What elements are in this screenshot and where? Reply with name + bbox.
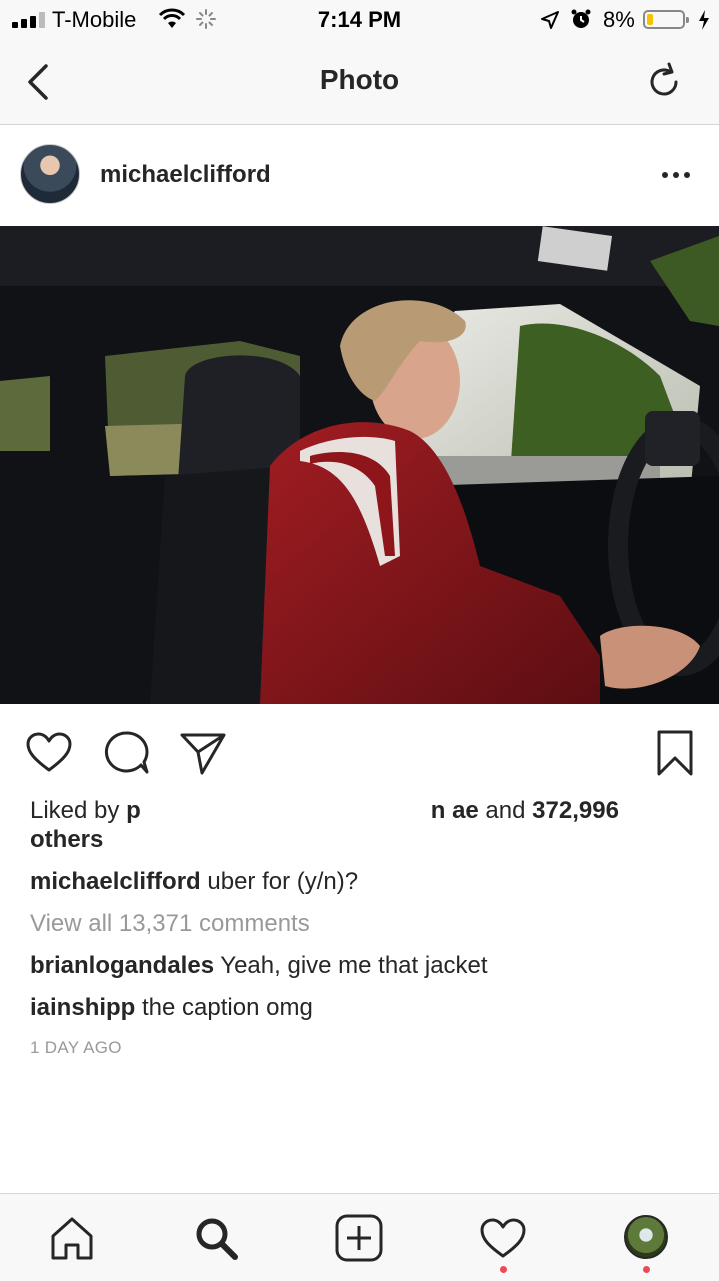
- alarm-icon: [571, 9, 591, 28]
- comment-username[interactable]: iainshipp: [30, 994, 135, 1021]
- likes-count[interactable]: 372,996: [532, 797, 619, 824]
- view-all-comments-link[interactable]: View all 13,371 comments: [30, 910, 310, 938]
- caption-username[interactable]: michaelclifford: [30, 868, 201, 895]
- bookmark-icon[interactable]: [650, 728, 700, 778]
- navigation-bar: Photo: [0, 40, 719, 125]
- activity-notification-dot: [500, 1266, 507, 1273]
- location-arrow-icon: [541, 11, 559, 29]
- likes-and: and: [478, 797, 533, 824]
- comment-icon[interactable]: [101, 728, 151, 778]
- battery-percent: 8%: [603, 7, 635, 32]
- page-title: Photo: [319, 64, 400, 95]
- activity-heart-icon[interactable]: [479, 1214, 527, 1262]
- ellipsis-icon[interactable]: [660, 163, 692, 187]
- liker-username-partial-2[interactable]: n ae: [431, 797, 479, 824]
- likes-others[interactable]: others: [30, 826, 103, 853]
- refresh-icon[interactable]: [642, 60, 686, 104]
- profile-notification-dot: [643, 1266, 650, 1273]
- add-post-icon[interactable]: [335, 1214, 383, 1262]
- home-icon[interactable]: [48, 1214, 96, 1262]
- avatar[interactable]: [20, 144, 80, 204]
- comment-text: Yeah, give me that jacket: [214, 952, 488, 979]
- post-header: michaelclifford: [0, 125, 719, 226]
- charging-bolt-icon: [699, 10, 709, 30]
- comment-item: iainshipp the caption omg: [30, 994, 313, 1022]
- battery-icon: [643, 10, 689, 29]
- search-icon[interactable]: [192, 1214, 240, 1262]
- obscured-text: [141, 800, 431, 818]
- heart-icon[interactable]: [24, 728, 74, 778]
- comment-item: brianlogandales Yeah, give me that jacke…: [30, 952, 488, 980]
- post-actions: [0, 720, 719, 780]
- status-bar: T-Mobile 7:14 PM 8%: [0, 0, 719, 40]
- caption: michaelclifford uber for (y/n)?: [30, 868, 358, 896]
- caption-text: uber for (y/n)?: [200, 868, 359, 895]
- comment-text: the caption omg: [135, 994, 313, 1021]
- post-photo[interactable]: [0, 226, 719, 704]
- comment-username[interactable]: brianlogandales: [30, 952, 214, 979]
- likes-summary[interactable]: Liked by p n ae and 372,996 others: [30, 796, 670, 854]
- post-username[interactable]: michaelclifford: [100, 161, 271, 189]
- profile-icon[interactable]: [624, 1215, 668, 1259]
- tab-bar: [0, 1193, 719, 1281]
- car-interior-image: [0, 226, 719, 704]
- post-timestamp: 1 DAY AGO: [30, 1038, 122, 1057]
- likes-prefix: Liked by: [30, 797, 127, 824]
- share-icon[interactable]: [178, 728, 228, 778]
- liker-username-partial[interactable]: p: [126, 797, 141, 824]
